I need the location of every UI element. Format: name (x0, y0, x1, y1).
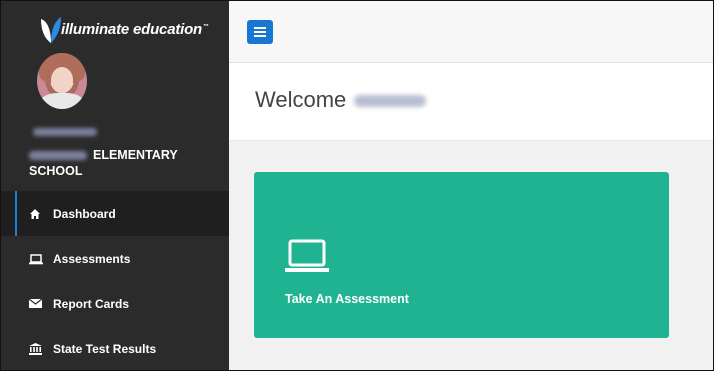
institution-icon (29, 342, 45, 355)
illuminate-logo-icon (41, 17, 61, 43)
sidebar-item-label: State Test Results (53, 341, 157, 356)
home-icon (29, 208, 45, 220)
take-assessment-tile[interactable]: Take An Assessment (254, 172, 669, 338)
school-name-redacted (29, 151, 87, 161)
sidebar-item-dashboard[interactable]: Dashboard (1, 191, 229, 236)
laptop-icon (285, 239, 329, 272)
menu-toggle-button[interactable] (247, 20, 273, 44)
student-name-redacted (33, 123, 97, 136)
sidebar-item-label: Report Cards (53, 296, 130, 311)
user-name-redacted (354, 95, 427, 108)
sidebar-item-report-cards[interactable]: Report Cards (1, 281, 229, 326)
laptop-icon (29, 253, 45, 265)
page-title: Welcome (255, 87, 427, 113)
avatar (37, 53, 87, 109)
app-window: illuminate education™ ELEMENTARY SCHOOL … (0, 0, 714, 371)
sidebar-item-label: Assessments (53, 251, 131, 266)
dashboard-content: Take An Assessment (229, 141, 713, 370)
sidebar: illuminate education™ ELEMENTARY SCHOOL … (1, 1, 229, 370)
brand[interactable]: illuminate education™ (1, 1, 229, 61)
sidebar-nav: Dashboard Assessments Report Cards State… (1, 191, 229, 370)
school-name: ELEMENTARY SCHOOL (29, 148, 178, 178)
brand-name: illuminate education™ (61, 21, 209, 38)
page-header: Welcome (229, 63, 713, 141)
sidebar-item-state-test-results[interactable]: State Test Results (1, 326, 229, 370)
sidebar-item-label: Dashboard (53, 206, 116, 221)
envelope-icon (29, 298, 45, 310)
hamburger-icon (254, 27, 266, 37)
tile-label: Take An Assessment (285, 292, 409, 306)
top-bar (229, 1, 713, 63)
sidebar-item-assessments[interactable]: Assessments (1, 236, 229, 281)
